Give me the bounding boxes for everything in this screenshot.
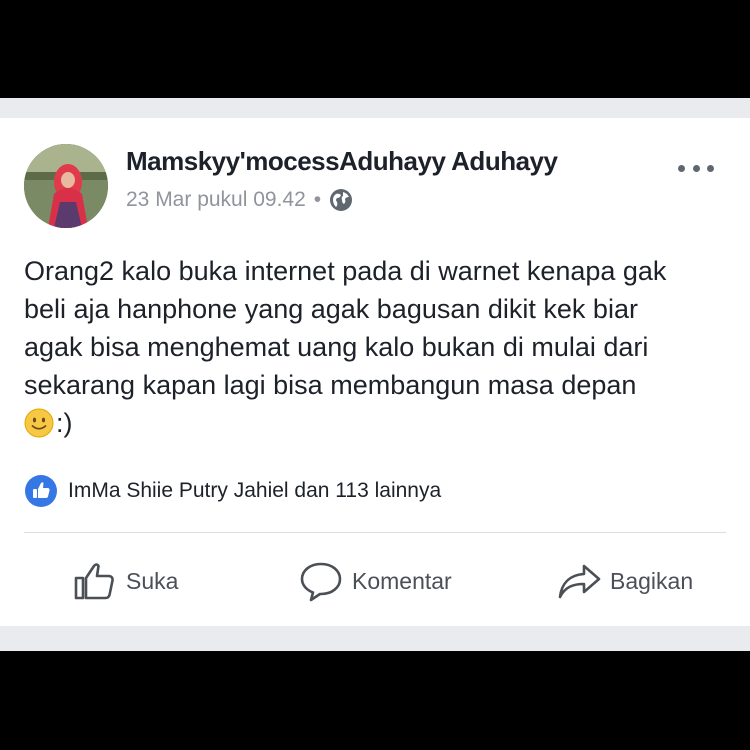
post-text: Orang2 kalo buka internet pada di warnet…: [24, 252, 724, 442]
avatar[interactable]: [24, 144, 108, 228]
like-button[interactable]: Suka: [72, 556, 178, 606]
meta-separator: •: [313, 188, 322, 211]
post-text-line: beli aja hanphone yang agak bagusan diki…: [24, 294, 638, 324]
post-frame: Mamskyy'mocessAduhayy Aduhayy 23 Mar puk…: [0, 98, 750, 651]
like-label: Suka: [126, 567, 179, 594]
post-text-line: agak bisa menghemat uang kalo bukan di m…: [24, 332, 649, 362]
post-meta: 23 Mar pukul 09.42 •: [126, 188, 353, 212]
share-button[interactable]: Bagikan: [556, 556, 693, 606]
post-card: Mamskyy'mocessAduhayy Aduhayy 23 Mar puk…: [0, 118, 750, 626]
like-reaction-icon: [25, 475, 57, 507]
post-text-line: sekarang kapan lagi bisa membangun masa …: [24, 370, 637, 400]
smiling-face-emoji-icon: [24, 408, 54, 438]
post-text-line: Orang2 kalo buka internet pada di warnet…: [24, 256, 667, 286]
thumbs-up-icon: [74, 563, 114, 600]
post-text-end: :): [56, 408, 73, 438]
share-label: Bagikan: [610, 567, 694, 594]
post-text-line-last: :): [24, 404, 724, 442]
avatar-photo: [24, 144, 108, 228]
more-options-icon[interactable]: [678, 162, 714, 174]
comment-button[interactable]: Komentar: [298, 556, 452, 606]
divider: [24, 532, 726, 533]
reactions-text: ImMa Shiie Putry Jahiel dan 113 lainnya: [68, 479, 442, 502]
post-timestamp[interactable]: 23 Mar pukul 09.42: [126, 188, 306, 212]
post-author[interactable]: Mamskyy'mocessAduhayy Aduhayy: [126, 146, 558, 177]
dot-3: [707, 164, 714, 172]
action-bar: Suka Komentar Bagikan: [0, 556, 750, 606]
share-arrow-icon: [558, 564, 601, 599]
globe-icon: [330, 189, 353, 211]
reactions-summary[interactable]: ImMa Shiie Putry Jahiel dan 113 lainnya: [24, 474, 441, 508]
dot-1: [678, 164, 685, 172]
dot-2: [692, 164, 700, 172]
comment-label: Komentar: [352, 567, 452, 594]
comment-bubble-icon: [300, 562, 342, 602]
